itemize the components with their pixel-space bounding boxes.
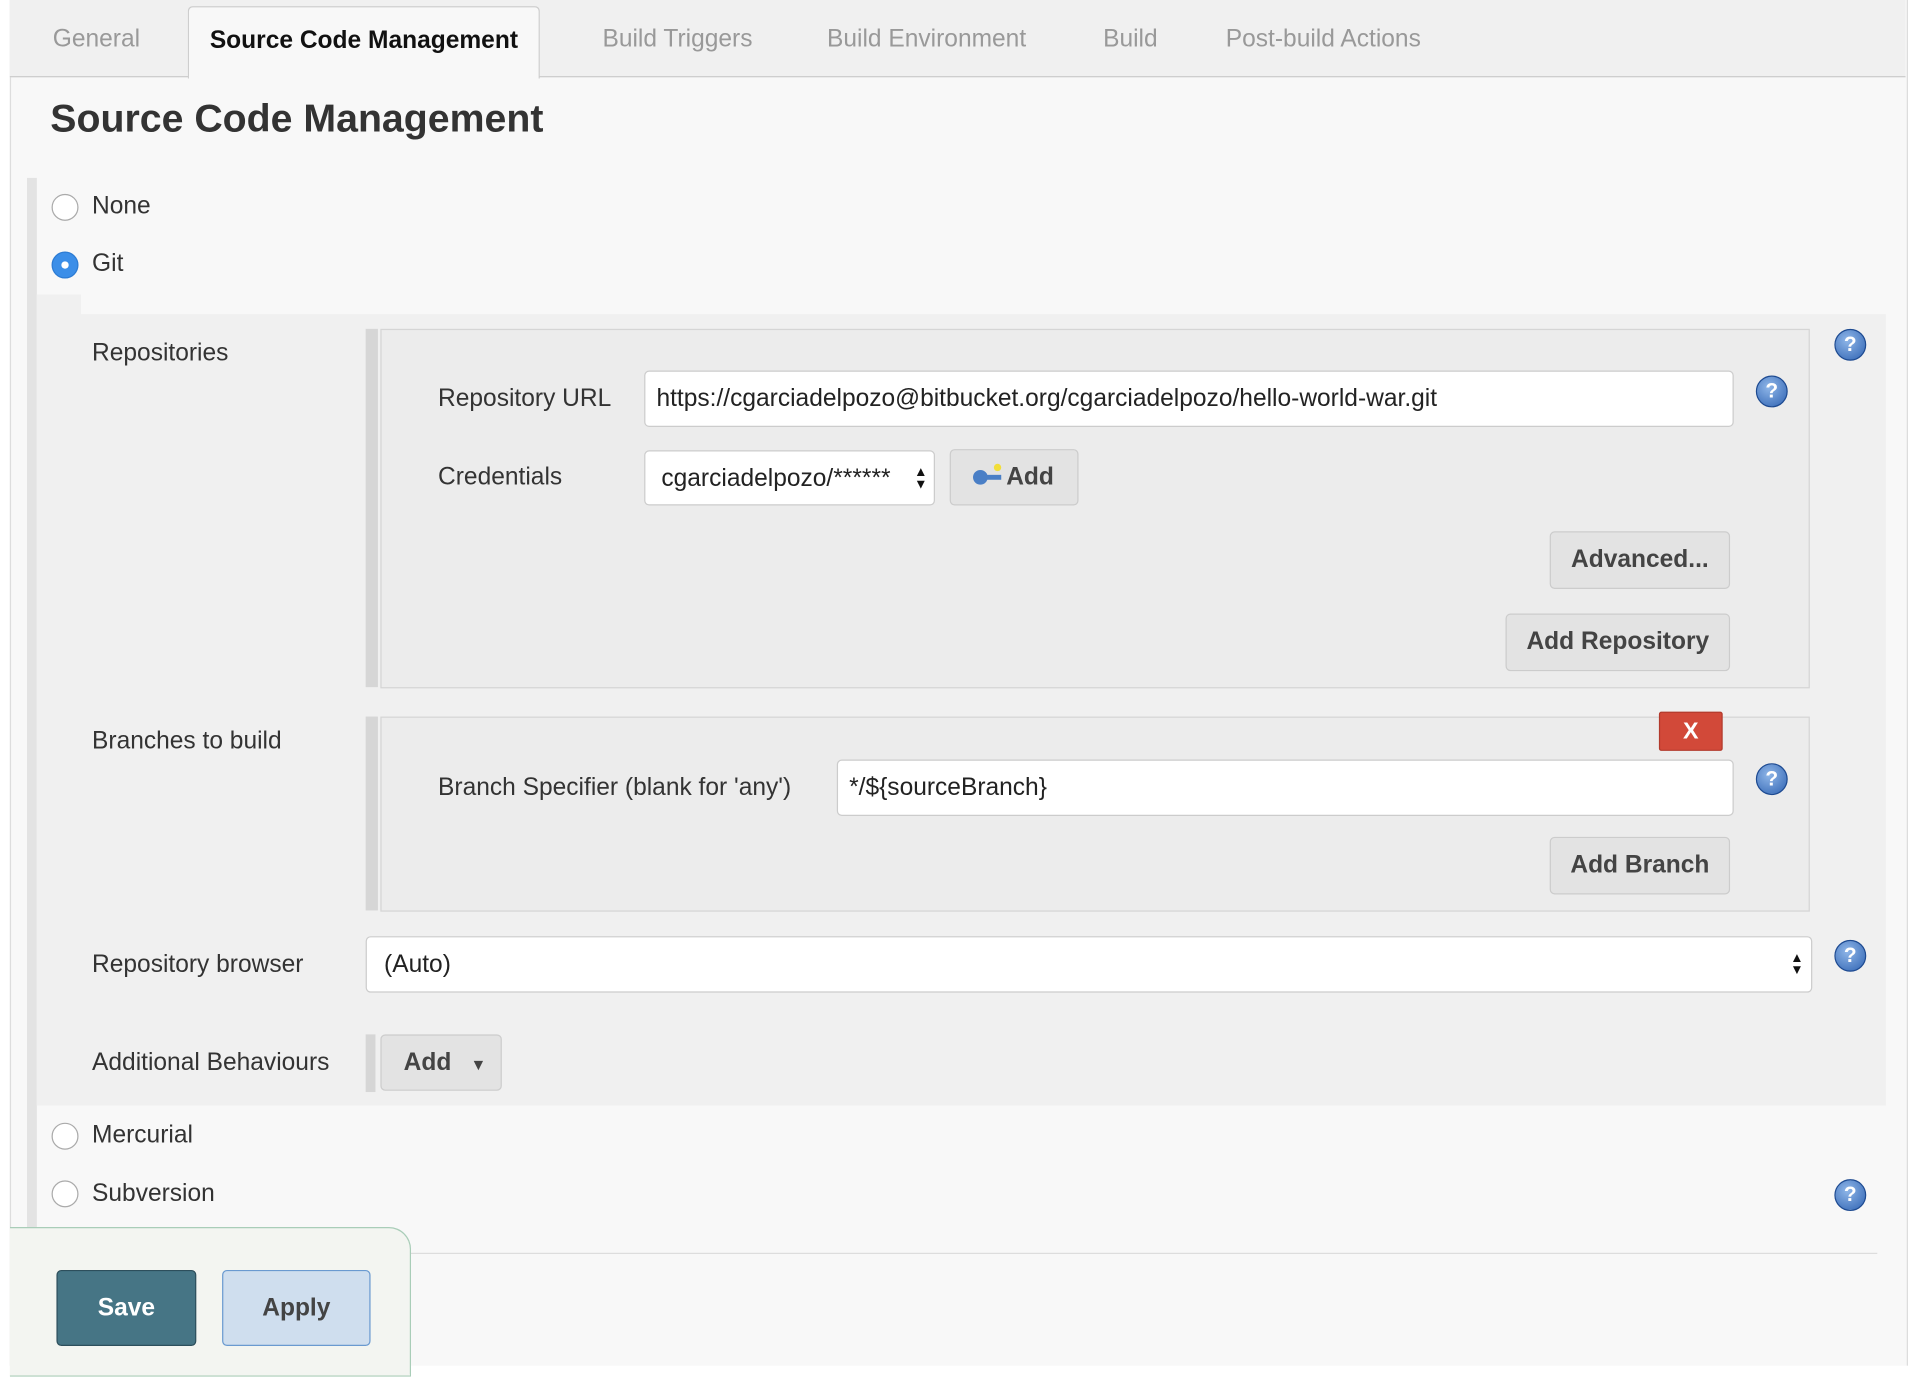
jenkins-config-page: General Source Code Management Build Tri… [0,0,1914,1377]
radio-subversion-label: Subversion [92,1180,215,1208]
help-icon[interactable]: ? [1755,375,1788,408]
add-credentials-button[interactable]: Add [949,449,1079,506]
radio-mercurial[interactable] [51,1122,79,1150]
branch-specifier-input[interactable]: */${sourceBranch} [836,759,1734,816]
apply-button[interactable]: Apply [222,1269,371,1347]
radio-mercurial-label: Mercurial [92,1121,193,1149]
caret-down-icon: ▼ [470,1055,487,1074]
add-branch-button[interactable]: Add Branch [1549,836,1731,895]
tab-general[interactable]: General [53,0,140,76]
select-arrows-icon: ▲ ▼ [914,465,928,493]
section-indent-bar [26,177,37,1234]
key-icon-spark [993,463,1002,472]
additional-behaviours-label: Additional Behaviours [92,1049,330,1077]
credentials-select[interactable]: cgarciadelpozo/****** [644,450,935,506]
credentials-value: cgarciadelpozo/****** [661,465,891,493]
repository-url-label: Repository URL [438,385,612,413]
repository-url-input[interactable]: https://cgarciadelpozo@bitbucket.org/cga… [644,370,1734,427]
select-arrows-icon: ▲ ▼ [1790,950,1804,978]
advanced-button[interactable]: Advanced... [1549,531,1731,589]
repositories-label: Repositories [92,339,229,367]
help-icon[interactable]: ? [1834,939,1867,972]
behaviours-bar [365,1034,376,1093]
repository-browser-select[interactable]: (Auto) [365,936,1813,993]
save-button[interactable]: Save [56,1269,197,1347]
radio-git-label: Git [92,250,124,278]
tab-source-code-management[interactable]: Source Code Management [187,6,541,79]
credentials-label: Credentials [438,463,563,491]
radio-subversion[interactable] [51,1180,79,1208]
radio-git[interactable] [51,251,79,279]
tab-build-triggers[interactable]: Build Triggers [602,0,752,76]
key-icon-shaft [985,474,1002,480]
radio-none[interactable] [51,193,79,221]
add-behaviour-button[interactable]: Add ▼ [380,1034,502,1091]
tab-post-build-actions[interactable]: Post-build Actions [1226,0,1421,76]
page-title: Source Code Management [50,95,544,140]
tab-build[interactable]: Build [1103,0,1158,76]
repository-browser-label: Repository browser [92,950,304,978]
repository-browser-value: (Auto) [384,950,451,978]
add-behaviour-label: Add [403,1049,452,1077]
repositories-bar [365,328,378,688]
delete-branch-button[interactable]: X [1658,711,1723,751]
branch-specifier-label: Branch Specifier (blank for 'any') [438,774,792,802]
help-icon[interactable]: ? [1834,1179,1867,1212]
tab-build-environment[interactable]: Build Environment [827,0,1026,76]
help-icon[interactable]: ? [1834,328,1867,361]
branches-to-build-label: Branches to build [92,727,282,755]
add-repository-button[interactable]: Add Repository [1505,613,1731,672]
branches-bar [365,716,378,911]
add-credentials-label: Add [1006,463,1054,491]
radio-none-label: None [92,192,151,220]
help-icon[interactable]: ? [1755,763,1788,796]
